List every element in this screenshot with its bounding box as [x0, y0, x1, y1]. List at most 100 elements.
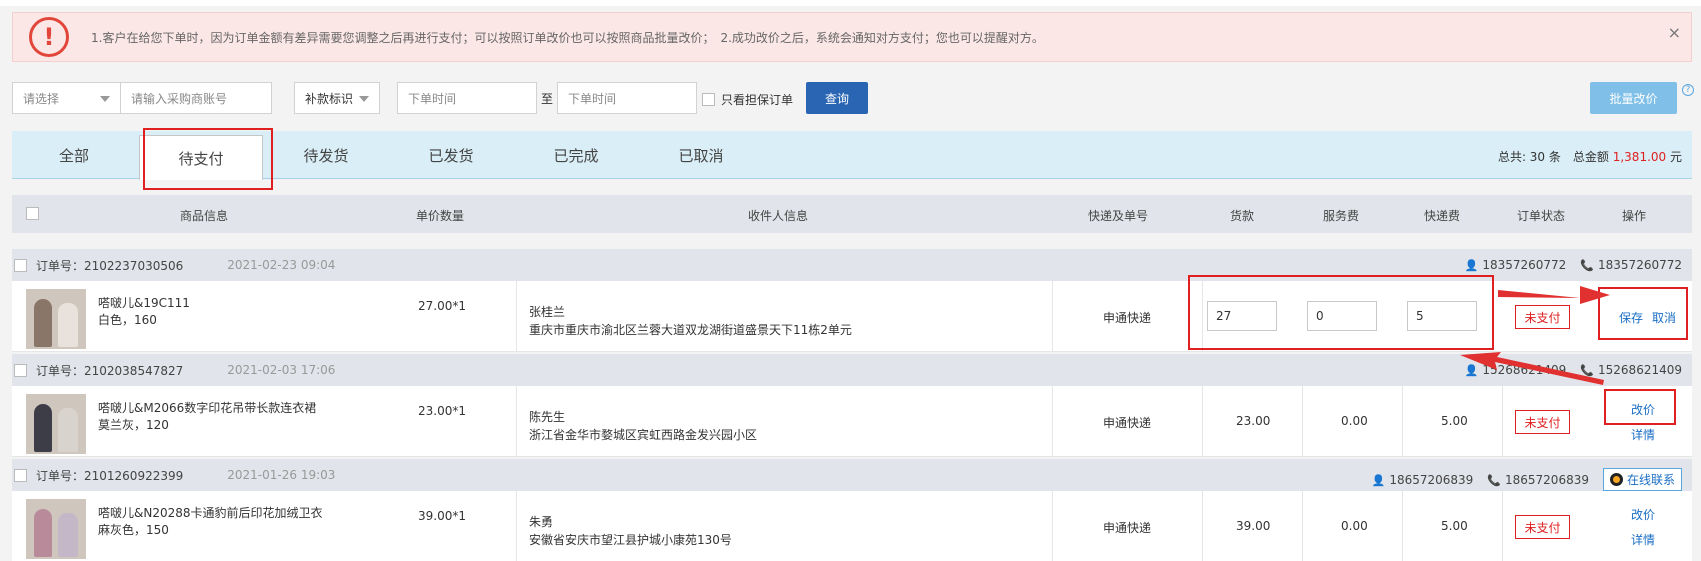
- tab-cancelled[interactable]: 已取消: [639, 131, 763, 179]
- order-time: 2021-01-26 19:03: [227, 468, 336, 482]
- order-time: 2021-02-03 17:06: [227, 363, 336, 377]
- order-number: 订单号：2102038547827: [36, 363, 184, 378]
- recipient-address: 重庆市重庆市渝北区兰蓉大道双龙湖街道盛景天下11栋2单元: [529, 323, 852, 337]
- buyer-account: 👤 18657206839: [1372, 473, 1474, 487]
- product-name[interactable]: 嗒啵儿&19C111: [98, 295, 190, 312]
- end-time-input[interactable]: 下单时间: [557, 82, 697, 114]
- online-contact-button[interactable]: 在线联系: [1602, 468, 1682, 491]
- online-contact-label: 在线联系: [1626, 473, 1675, 487]
- product-name[interactable]: 嗒啵儿&M2066数字印花吊带长款连衣裙: [98, 400, 316, 417]
- status-select-value: 请选择: [23, 91, 60, 106]
- save-button[interactable]: 保存: [1619, 309, 1643, 326]
- service-fee: 0.00: [1341, 519, 1368, 533]
- status-badge: 未支付: [1515, 515, 1570, 539]
- col-price-qty: 单价数量: [416, 209, 465, 223]
- supplement-select[interactable]: 补款标识: [294, 82, 380, 114]
- reprice-button[interactable]: 改价: [1631, 401, 1655, 418]
- select-all-checkbox[interactable]: [26, 207, 39, 220]
- user-icon: 👤: [1464, 259, 1479, 272]
- price-qty: 39.00*1: [418, 509, 466, 523]
- table-header: 商品信息 单价数量 收件人信息 快递及单号 货款 服务费 快递费 订单状态 操作: [12, 195, 1692, 233]
- status-tabs: 全部 待支付 待发货 已发货 已完成 已取消 总共: 30 条 总金额 1,38…: [12, 131, 1692, 180]
- start-time-input[interactable]: 下单时间: [397, 82, 537, 114]
- guarantee-label: 只看担保订单: [721, 93, 794, 107]
- detail-link[interactable]: 详情: [1631, 531, 1655, 548]
- service-fee: 0.00: [1341, 414, 1368, 428]
- order-checkbox[interactable]: [14, 468, 27, 482]
- table-row: 嗒啵儿&19C111 白色，160 27.00*1 张桂兰 重庆市重庆市渝北区兰…: [12, 281, 1692, 352]
- cancel-button[interactable]: 取消: [1652, 309, 1676, 326]
- col-express: 快递及单号: [1088, 209, 1149, 223]
- start-time-placeholder: 下单时间: [408, 91, 457, 106]
- shipping-fee: 5.00: [1441, 414, 1468, 428]
- recipient-cell: 张桂兰 重庆市重庆市渝北区兰蓉大道双龙湖街道盛景天下11栋2单元: [517, 281, 1053, 352]
- detail-link[interactable]: 详情: [1631, 426, 1655, 443]
- recipient-info: 张桂兰 重庆市重庆市渝北区兰蓉大道双龙湖街道盛景天下11栋2单元: [529, 303, 852, 339]
- col-product: 商品信息: [180, 209, 229, 223]
- reprice-button[interactable]: 改价: [1631, 506, 1655, 523]
- order-time: 2021-02-23 09:04: [227, 258, 336, 272]
- product-spec: 白色，160: [98, 313, 157, 327]
- phone-icon: 📞: [1487, 473, 1501, 487]
- buyer-phone: 📞 15268621409: [1580, 363, 1682, 377]
- qq-icon: [1609, 473, 1623, 486]
- service-fee-input[interactable]: [1307, 301, 1377, 331]
- help-icon[interactable]: ?: [1682, 84, 1694, 96]
- recipient-name: 朱勇: [529, 515, 554, 529]
- shipping-fee-input[interactable]: [1407, 301, 1477, 331]
- notice-banner: ! 1.客户在给您下单时，因为订单金额有差异需要您调整之后再进行支付；可以按照订…: [12, 12, 1692, 62]
- express-name: 申通快递: [1103, 521, 1152, 535]
- tab-shipped[interactable]: 已发货: [389, 131, 513, 179]
- product-thumbnail[interactable]: [26, 394, 86, 454]
- product-name[interactable]: 嗒啵儿&N20288卡通豹前后印花加绒卫衣: [98, 505, 323, 522]
- totals-label: 总共: 30 条 总金额: [1497, 150, 1609, 164]
- order-header: 订单号：2102038547827 2021-02-03 17:06 👤 1526…: [12, 354, 1692, 386]
- table-row: 嗒啵儿&M2066数字印花吊带长款连衣裙 莫兰灰，120 23.00*1 陈先生…: [12, 386, 1692, 457]
- guarantee-filter[interactable]: 只看担保订单: [702, 91, 793, 108]
- chevron-down-icon: [359, 96, 369, 102]
- recipient-name: 张桂兰: [529, 305, 566, 319]
- totals-amount: 1,381.00: [1612, 150, 1667, 164]
- buyer-phone-text: 18357260772: [1598, 258, 1682, 272]
- close-icon[interactable]: ×: [1668, 23, 1681, 42]
- batch-reprice-button[interactable]: 批量改价: [1590, 82, 1677, 114]
- buyer-account-placeholder: 请输入采购商账号: [131, 91, 228, 106]
- tab-all[interactable]: 全部: [12, 131, 136, 179]
- express-name: 申通快递: [1103, 416, 1152, 430]
- warning-icon: !: [29, 17, 69, 57]
- order-number: 订单号：2102237030506: [36, 258, 184, 273]
- product-thumbnail[interactable]: [26, 499, 86, 559]
- supplement-select-value: 补款标识: [305, 91, 354, 106]
- status-badge: 未支付: [1515, 410, 1570, 434]
- status-badge: 未支付: [1515, 305, 1570, 329]
- shipping-cell: 5.00: [1403, 491, 1503, 561]
- recipient-cell: 朱勇 安徽省安庆市望江县护城小康苑130号: [517, 491, 1053, 561]
- express-cell: 申通快递: [1053, 491, 1203, 561]
- col-goods: 货款: [1230, 209, 1255, 223]
- buyer-account-input[interactable]: 请输入采购商账号: [120, 82, 272, 114]
- product-info: 嗒啵儿&M2066数字印花吊带长款连衣裙 莫兰灰，120: [98, 400, 316, 434]
- goods-amount-input[interactable]: [1207, 301, 1277, 331]
- recipient-info: 陈先生 浙江省金华市婺城区宾虹西路金发兴园小区: [529, 408, 757, 444]
- tab-pending-payment[interactable]: 待支付: [139, 135, 263, 180]
- range-separator: 至: [541, 92, 554, 106]
- tab-pending-shipment[interactable]: 待发货: [264, 131, 388, 179]
- status-select[interactable]: 请选择: [12, 82, 121, 114]
- top-strip: [0, 0, 1701, 6]
- tab-completed[interactable]: 已完成: [514, 131, 638, 179]
- recipient-info: 朱勇 安徽省安庆市望江县护城小康苑130号: [529, 513, 732, 549]
- user-icon: 👤: [1464, 364, 1479, 377]
- product-thumbnail[interactable]: [26, 289, 86, 349]
- recipient-address: 安徽省安庆市望江县护城小康苑130号: [529, 533, 732, 547]
- query-button[interactable]: 查询: [806, 82, 868, 114]
- order-checkbox[interactable]: [14, 258, 27, 272]
- order-checkbox[interactable]: [14, 363, 27, 377]
- product-spec: 莫兰灰，120: [98, 418, 169, 432]
- shipping-fee: 5.00: [1441, 519, 1468, 533]
- shipping-cell: 5.00: [1403, 386, 1503, 457]
- express-cell: 申通快递: [1053, 386, 1203, 457]
- order-header: 订单号：2102237030506 2021-02-23 09:04 👤 1835…: [12, 249, 1692, 281]
- guarantee-checkbox[interactable]: [702, 93, 715, 106]
- table-row: 嗒啵儿&N20288卡通豹前后印花加绒卫衣 麻灰色，150 39.00*1 朱勇…: [12, 491, 1692, 561]
- end-time-placeholder: 下单时间: [568, 91, 617, 106]
